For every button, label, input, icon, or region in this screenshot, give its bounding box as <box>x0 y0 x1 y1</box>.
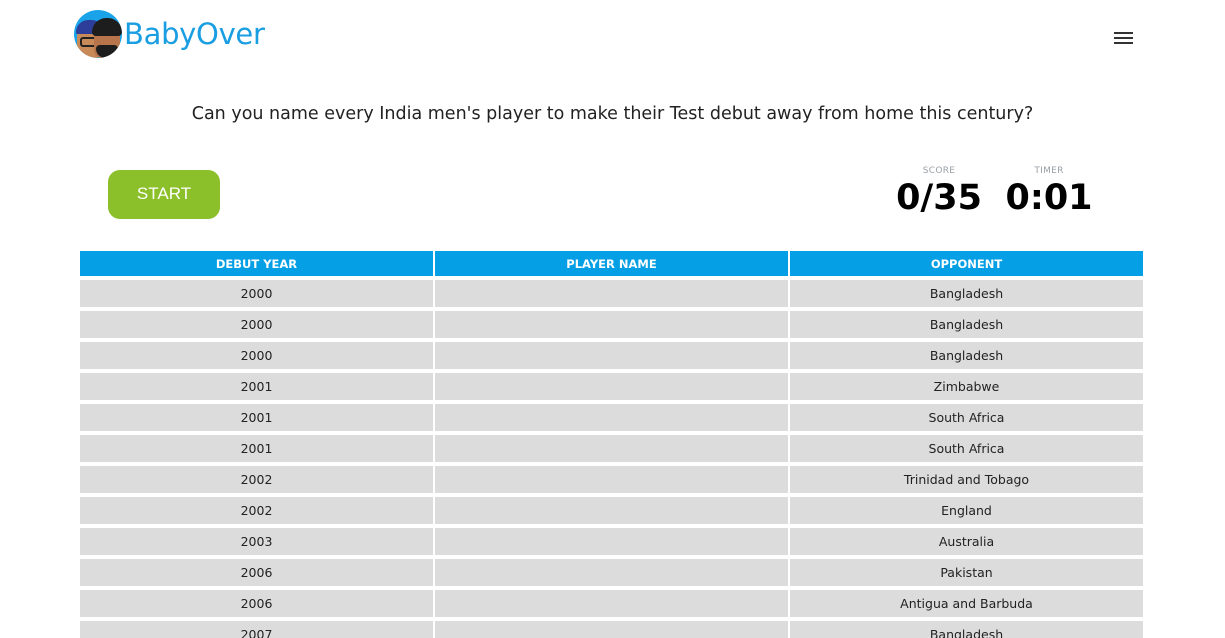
table-row: 2006 Pakistan <box>80 559 1143 586</box>
table-row: 2007 Bangladesh <box>80 621 1143 638</box>
opponent-cell: Pakistan <box>790 559 1143 586</box>
table-row: 2002 England <box>80 497 1143 524</box>
player-name-cell[interactable] <box>435 621 788 638</box>
table-body: 2000 Bangladesh 2000 Bangladesh 2000 Banglade… <box>80 280 1143 638</box>
quiz-question: Can you name every India men's player to… <box>191 104 1034 124</box>
table-row: 2002 Trinidad and Tobago <box>80 466 1143 493</box>
avatar-right <box>92 18 122 58</box>
timer-display: TIMER 0:01 <box>1003 166 1095 218</box>
opponent-cell: Bangladesh <box>790 311 1143 338</box>
player-name-cell[interactable] <box>435 373 788 400</box>
table-row: 2000 Bangladesh <box>80 280 1143 307</box>
opponent-cell: Bangladesh <box>790 280 1143 307</box>
opponent-cell: South Africa <box>790 435 1143 462</box>
brand-logo[interactable]: BabyOver <box>74 10 265 58</box>
timer-label: TIMER <box>1034 166 1064 176</box>
opponent-cell: Bangladesh <box>790 342 1143 369</box>
debut-year-cell: 2007 <box>80 621 433 638</box>
debut-year-cell: 2000 <box>80 311 433 338</box>
player-name-cell[interactable] <box>435 466 788 493</box>
brand-name: BabyOver <box>124 17 265 51</box>
opponent-cell: Australia <box>790 528 1143 555</box>
opponent-cell: Zimbabwe <box>790 373 1143 400</box>
player-name-cell[interactable] <box>435 528 788 555</box>
debut-year-cell: 2001 <box>80 404 433 431</box>
player-name-cell[interactable] <box>435 435 788 462</box>
logo-avatars-icon <box>74 10 122 58</box>
table-row: 2006 Antigua and Barbuda <box>80 590 1143 617</box>
timer-value: 0:01 <box>1005 178 1093 218</box>
site-header: BabyOver <box>0 0 1225 80</box>
table-row: 2001 South Africa <box>80 435 1143 462</box>
table-row: 2001 Zimbabwe <box>80 373 1143 400</box>
score-label: SCORE <box>922 166 956 176</box>
debut-year-cell: 2002 <box>80 497 433 524</box>
debut-year-cell: 2001 <box>80 435 433 462</box>
player-name-cell[interactable] <box>435 590 788 617</box>
player-name-cell[interactable] <box>435 342 788 369</box>
quiz-table: DEBUT YEAR PLAYER NAME OPPONENT 2000 Bang… <box>78 247 1145 638</box>
debut-year-cell: 2006 <box>80 590 433 617</box>
player-name-cell[interactable] <box>435 404 788 431</box>
table-row: 2001 South Africa <box>80 404 1143 431</box>
table-header-row: DEBUT YEAR PLAYER NAME OPPONENT <box>80 251 1143 276</box>
table-row: 2000 Bangladesh <box>80 311 1143 338</box>
opponent-cell: England <box>790 497 1143 524</box>
opponent-cell: Antigua and Barbuda <box>790 590 1143 617</box>
header-player-name: PLAYER NAME <box>435 251 788 276</box>
player-name-cell[interactable] <box>435 559 788 586</box>
table-row: 2000 Bangladesh <box>80 342 1143 369</box>
opponent-cell: South Africa <box>790 404 1143 431</box>
player-name-cell[interactable] <box>435 311 788 338</box>
opponent-cell: Trinidad and Tobago <box>790 466 1143 493</box>
player-name-cell[interactable] <box>435 280 788 307</box>
player-name-cell[interactable] <box>435 497 788 524</box>
hamburger-menu-icon[interactable] <box>1113 30 1135 46</box>
debut-year-cell: 2000 <box>80 342 433 369</box>
debut-year-cell: 2006 <box>80 559 433 586</box>
debut-year-cell: 2003 <box>80 528 433 555</box>
debut-year-cell: 2001 <box>80 373 433 400</box>
debut-year-cell: 2002 <box>80 466 433 493</box>
header-opponent: OPPONENT <box>790 251 1143 276</box>
table-row: 2003 Australia <box>80 528 1143 555</box>
score-value: 0/35 <box>896 178 982 218</box>
header-debut-year: DEBUT YEAR <box>80 251 433 276</box>
debut-year-cell: 2000 <box>80 280 433 307</box>
score-display: SCORE 0/35 <box>890 166 988 218</box>
opponent-cell: Bangladesh <box>790 621 1143 638</box>
start-button[interactable]: START <box>108 170 220 219</box>
